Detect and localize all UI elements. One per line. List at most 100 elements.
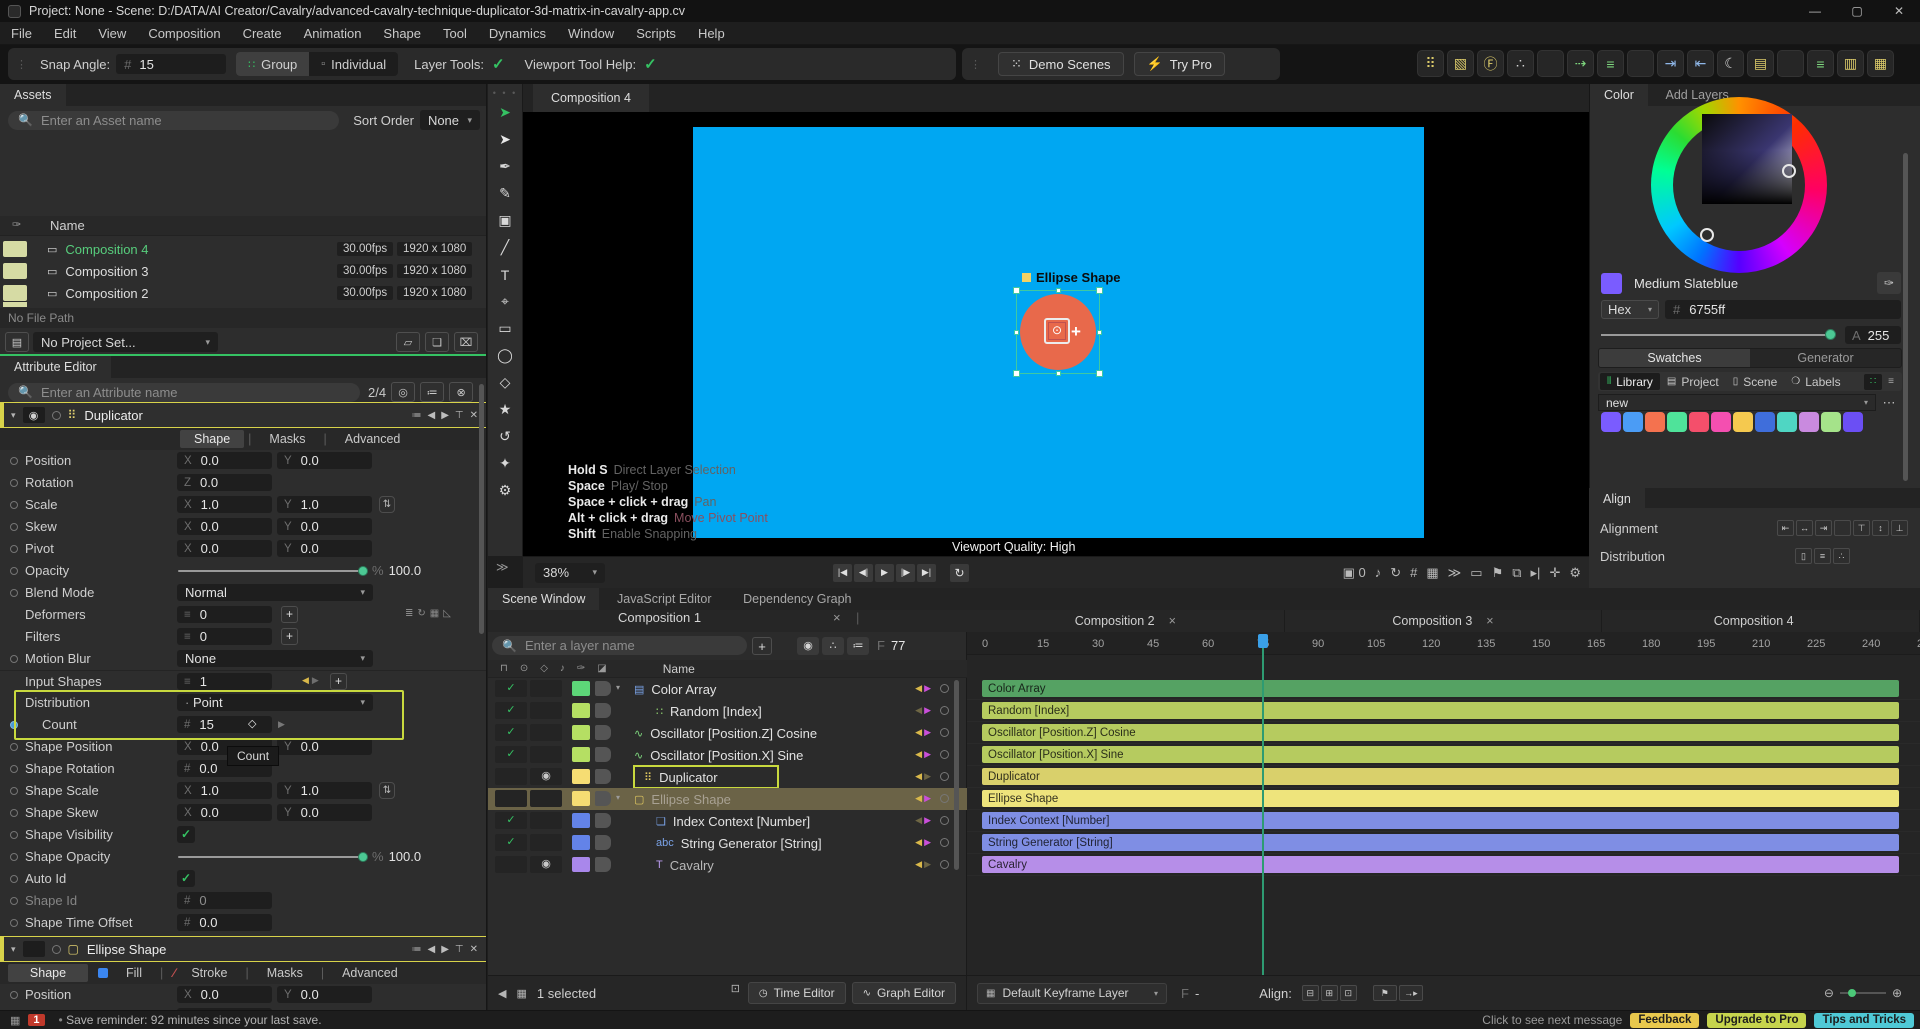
keyframe-circle[interactable] [940,728,949,737]
layer-color-swatch[interactable] [572,813,590,828]
layer-tag-icon[interactable] [595,725,611,740]
add-layer-button[interactable]: + [752,637,772,655]
tag-icon[interactable]: ◪ [597,663,606,674]
asset-swatch[interactable] [3,263,27,279]
hex-value-input[interactable]: #6755ff [1665,300,1901,319]
value-field-x[interactable]: #0.0 [177,914,272,931]
swatch-more-button[interactable]: ⋯ [1876,395,1902,411]
duplicator-grid-icon[interactable]: ⠿ [1417,50,1444,77]
grid-toggle-icon[interactable]: # [1410,565,1417,580]
keyframe-dot[interactable] [10,765,18,773]
row-extra-icons[interactable]: ≣↻▦◺ [405,608,455,619]
folder-icon[interactable]: ▱ [396,332,420,352]
keyframe-dot[interactable] [10,501,18,509]
tab-javascript-editor[interactable]: JavaScript Editor [603,588,725,610]
skip-end-button[interactable]: ▶| [917,564,936,582]
enable-checkbox[interactable]: ✓ [495,724,527,741]
layer-name[interactable]: Cavalry [670,858,714,873]
chevron-down-icon[interactable]: ▾ [11,410,16,421]
clear-search-icon[interactable]: ⊗ [449,382,473,402]
color-swatch[interactable] [1777,412,1797,432]
attribute-search-input[interactable]: 🔍Enter an Attribute name [8,383,360,402]
attribute-scrollbar[interactable] [479,384,484,634]
alpha-slider-knob[interactable] [1825,329,1836,340]
value-field-x[interactable]: ≡0 [177,606,272,623]
tab-scene-window[interactable]: Scene Window [488,588,599,610]
audio-icon[interactable]: ♪ [1375,565,1382,580]
zoom-out-icon[interactable]: ⊖ [1824,986,1834,1000]
keyframe-dot[interactable] [10,567,18,575]
gap[interactable] [1834,520,1851,536]
align-left-button[interactable]: ⇤ [1777,520,1794,536]
layer-duration-bar[interactable]: Cavalry [982,856,1899,873]
align-center-h-button[interactable]: ↔ [1796,520,1813,536]
enable-checkbox[interactable]: ✓ [495,812,527,829]
color-swatch[interactable] [1689,412,1709,432]
eyedropper-button[interactable]: ✑ [1877,272,1901,294]
layer-name[interactable]: String Generator [String] [681,836,822,851]
color-swatch[interactable] [1733,412,1753,432]
group-toggle[interactable]: ∷Group [236,52,309,76]
tab-assets[interactable]: Assets [0,84,66,106]
notification-badge[interactable]: 1 [28,1014,44,1026]
add-button[interactable]: + [281,606,298,623]
project-set-dropdown[interactable]: No Project Set...▾ [33,332,218,352]
lock-icon[interactable]: ⊓ [500,663,508,674]
tab-advanced[interactable]: Advanced [331,430,415,448]
input-connection-icon[interactable]: ◀ [915,793,922,803]
add-button[interactable]: + [330,673,347,690]
keyframe-dot[interactable] [10,853,18,861]
menu-item[interactable]: Composition [137,22,231,45]
upgrade-to-pro-button[interactable]: Upgrade to Pro [1707,1013,1806,1028]
add-button[interactable]: + [281,628,298,645]
separator[interactable] [1537,50,1564,77]
refresh-icon[interactable]: ↻ [1390,565,1401,581]
color-swatch[interactable] [1667,412,1687,432]
layer-tag-icon[interactable] [595,791,611,806]
visibility-toggle[interactable] [23,941,45,957]
distribute-v-button[interactable]: ≡ [1814,548,1831,564]
output-connection-icon[interactable]: ▶ [924,771,931,781]
layer-row[interactable]: ◉ T Cavalry ◀▶ [488,854,967,876]
columns-icon[interactable]: ▥ [1837,50,1864,77]
grid-view-toggle[interactable]: ∷ [1864,374,1882,390]
value-field-x[interactable]: X0.0 [177,804,272,821]
timeline-comp-tab[interactable]: Composition 2× [967,610,1285,632]
tab-shape[interactable]: Shape [180,430,244,448]
tab-generator[interactable]: Generator [1750,349,1901,367]
output-connection-icon[interactable]: ▶ [924,705,931,715]
link-xy-icon[interactable]: ⇅ [379,496,395,513]
menu-item[interactable]: Help [687,22,736,45]
color-swatch[interactable] [1821,412,1841,432]
color-swatch[interactable] [1601,412,1621,432]
value-field-x[interactable]: ≡0 [177,628,272,645]
bounds-icon[interactable]: ▸| [1531,565,1541,581]
asset-swatch[interactable] [3,285,27,301]
snapshot-icon[interactable]: ⧉ [1512,565,1521,581]
layer-tag-icon[interactable] [595,681,611,696]
output-connection-icon[interactable]: ▶ [924,683,931,693]
arc-icon[interactable]: ☾ [1717,50,1744,77]
tab-shape[interactable]: Shape [8,964,88,982]
prev-icon[interactable]: ◀ [427,944,435,955]
audio-icon[interactable]: ♪ [560,663,565,674]
layer-color-swatch[interactable] [572,791,590,806]
polygon-tool[interactable]: ◇ [492,370,519,395]
keyframe-circle[interactable] [940,706,949,715]
color-mode-dropdown[interactable]: Hex▾ [1601,300,1659,319]
visibility-toggle[interactable]: ◉ [23,407,45,423]
layer-color-swatch[interactable] [572,769,590,784]
keyframe-circle[interactable] [940,860,949,869]
enable-checkbox[interactable]: ✓ [495,746,527,763]
color-swatch[interactable] [1799,412,1819,432]
pen-tool[interactable]: ✒ [492,154,519,179]
layer-tag-icon[interactable] [595,769,611,784]
close-tab-icon[interactable]: × [1169,614,1176,628]
swatch-set-dropdown[interactable]: new▾ [1598,394,1876,411]
keyframe-dot[interactable] [10,655,18,663]
stack-align-icon[interactable]: ≡ [1597,50,1624,77]
tab-stroke[interactable]: Stroke [177,964,241,982]
play-button[interactable]: ▶ [875,564,894,582]
keyframe-circle[interactable] [940,794,949,803]
layer-name[interactable]: Ellipse Shape [651,792,731,807]
